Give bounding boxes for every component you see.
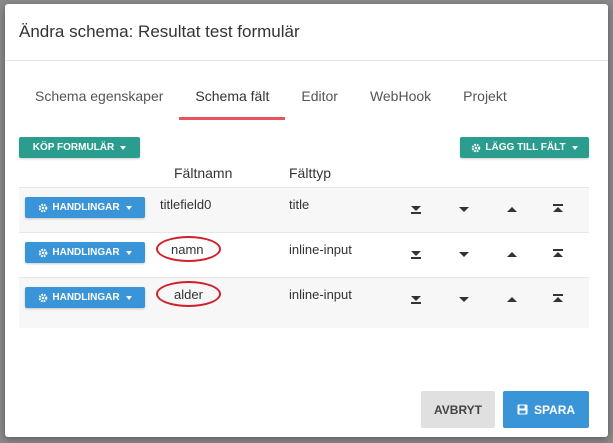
actions-dropdown-button[interactable]: HANDLINGAR (25, 287, 145, 308)
move-bottom-icon[interactable] (409, 202, 423, 216)
edit-schema-dialog: Ändra schema: Resultat test formulär Sch… (5, 4, 608, 437)
tab-bar: Schema egenskaper Schema fält Editor Web… (19, 82, 523, 120)
save-icon (517, 404, 528, 415)
save-button[interactable]: SPARA (503, 391, 589, 428)
move-up-icon[interactable] (505, 202, 519, 216)
table-footer-strip (19, 322, 589, 328)
tab-schema-fields[interactable]: Schema fält (179, 82, 286, 120)
field-name: alder (174, 287, 203, 302)
move-up-icon[interactable] (505, 292, 519, 306)
move-down-icon[interactable] (457, 292, 471, 306)
tab-webhook[interactable]: WebHook (354, 82, 447, 114)
caret-down-icon (571, 145, 578, 150)
add-field-dropdown-button[interactable]: LÄGG TILL FÄLT (460, 137, 589, 158)
buy-form-dropdown-button[interactable]: KÖP FORMULÄR (19, 137, 140, 158)
move-bottom-icon[interactable] (409, 292, 423, 306)
add-field-label: LÄGG TILL FÄLT (485, 142, 566, 153)
tab-schema-properties[interactable]: Schema egenskaper (19, 82, 179, 114)
field-name: namn (171, 242, 204, 257)
move-top-icon[interactable] (551, 292, 565, 306)
tab-editor[interactable]: Editor (285, 82, 354, 114)
gear-icon (472, 143, 481, 152)
gear-icon (39, 203, 48, 212)
actions-dropdown-button[interactable]: HANDLINGAR (25, 197, 145, 218)
fields-table: HANDLINGAR titlefield0 title HANDLINGAR … (19, 187, 589, 328)
column-header-field-name: Fältnamn (174, 165, 233, 181)
dialog-title: Ändra schema: Resultat test formulär (19, 22, 300, 41)
move-down-icon[interactable] (457, 247, 471, 261)
gear-icon (39, 293, 48, 302)
move-down-icon[interactable] (457, 202, 471, 216)
dialog-header: Ändra schema: Resultat test formulär (5, 4, 608, 61)
column-header-field-type: Fälttyp (289, 165, 332, 181)
caret-down-icon (125, 205, 132, 210)
caret-down-icon (125, 295, 132, 300)
actions-label: HANDLINGAR (52, 247, 120, 258)
actions-label: HANDLINGAR (52, 292, 120, 303)
tab-project[interactable]: Projekt (447, 82, 523, 114)
table-row: HANDLINGAR namn inline-input (19, 232, 589, 277)
gear-icon (39, 248, 48, 257)
actions-label: HANDLINGAR (52, 202, 120, 213)
caret-down-icon (125, 250, 132, 255)
cancel-button[interactable]: AVBRYT (421, 391, 495, 428)
field-name: titlefield0 (160, 197, 212, 212)
move-bottom-icon[interactable] (409, 247, 423, 261)
buy-form-label: KÖP FORMULÄR (32, 142, 115, 153)
move-top-icon[interactable] (551, 202, 565, 216)
table-row: HANDLINGAR titlefield0 title (19, 187, 589, 232)
move-top-icon[interactable] (551, 247, 565, 261)
field-type: title (289, 197, 310, 212)
caret-down-icon (120, 145, 127, 150)
table-row: HANDLINGAR alder inline-input (19, 277, 589, 322)
field-type: inline-input (289, 242, 352, 257)
move-up-icon[interactable] (505, 247, 519, 261)
save-label: SPARA (533, 402, 576, 417)
cancel-label: AVBRYT (434, 402, 482, 417)
field-type: inline-input (289, 287, 352, 302)
actions-dropdown-button[interactable]: HANDLINGAR (25, 242, 145, 263)
